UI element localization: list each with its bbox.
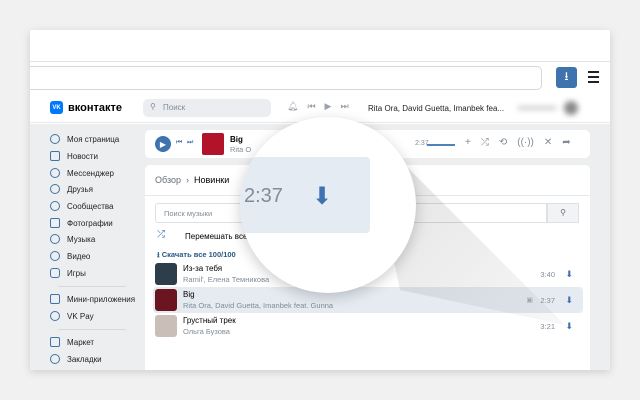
magnified-duration: 2:37 bbox=[244, 185, 283, 207]
magnifier: 2:37 ⬇ bbox=[240, 117, 416, 293]
download-icon: ⬇ bbox=[312, 183, 333, 210]
